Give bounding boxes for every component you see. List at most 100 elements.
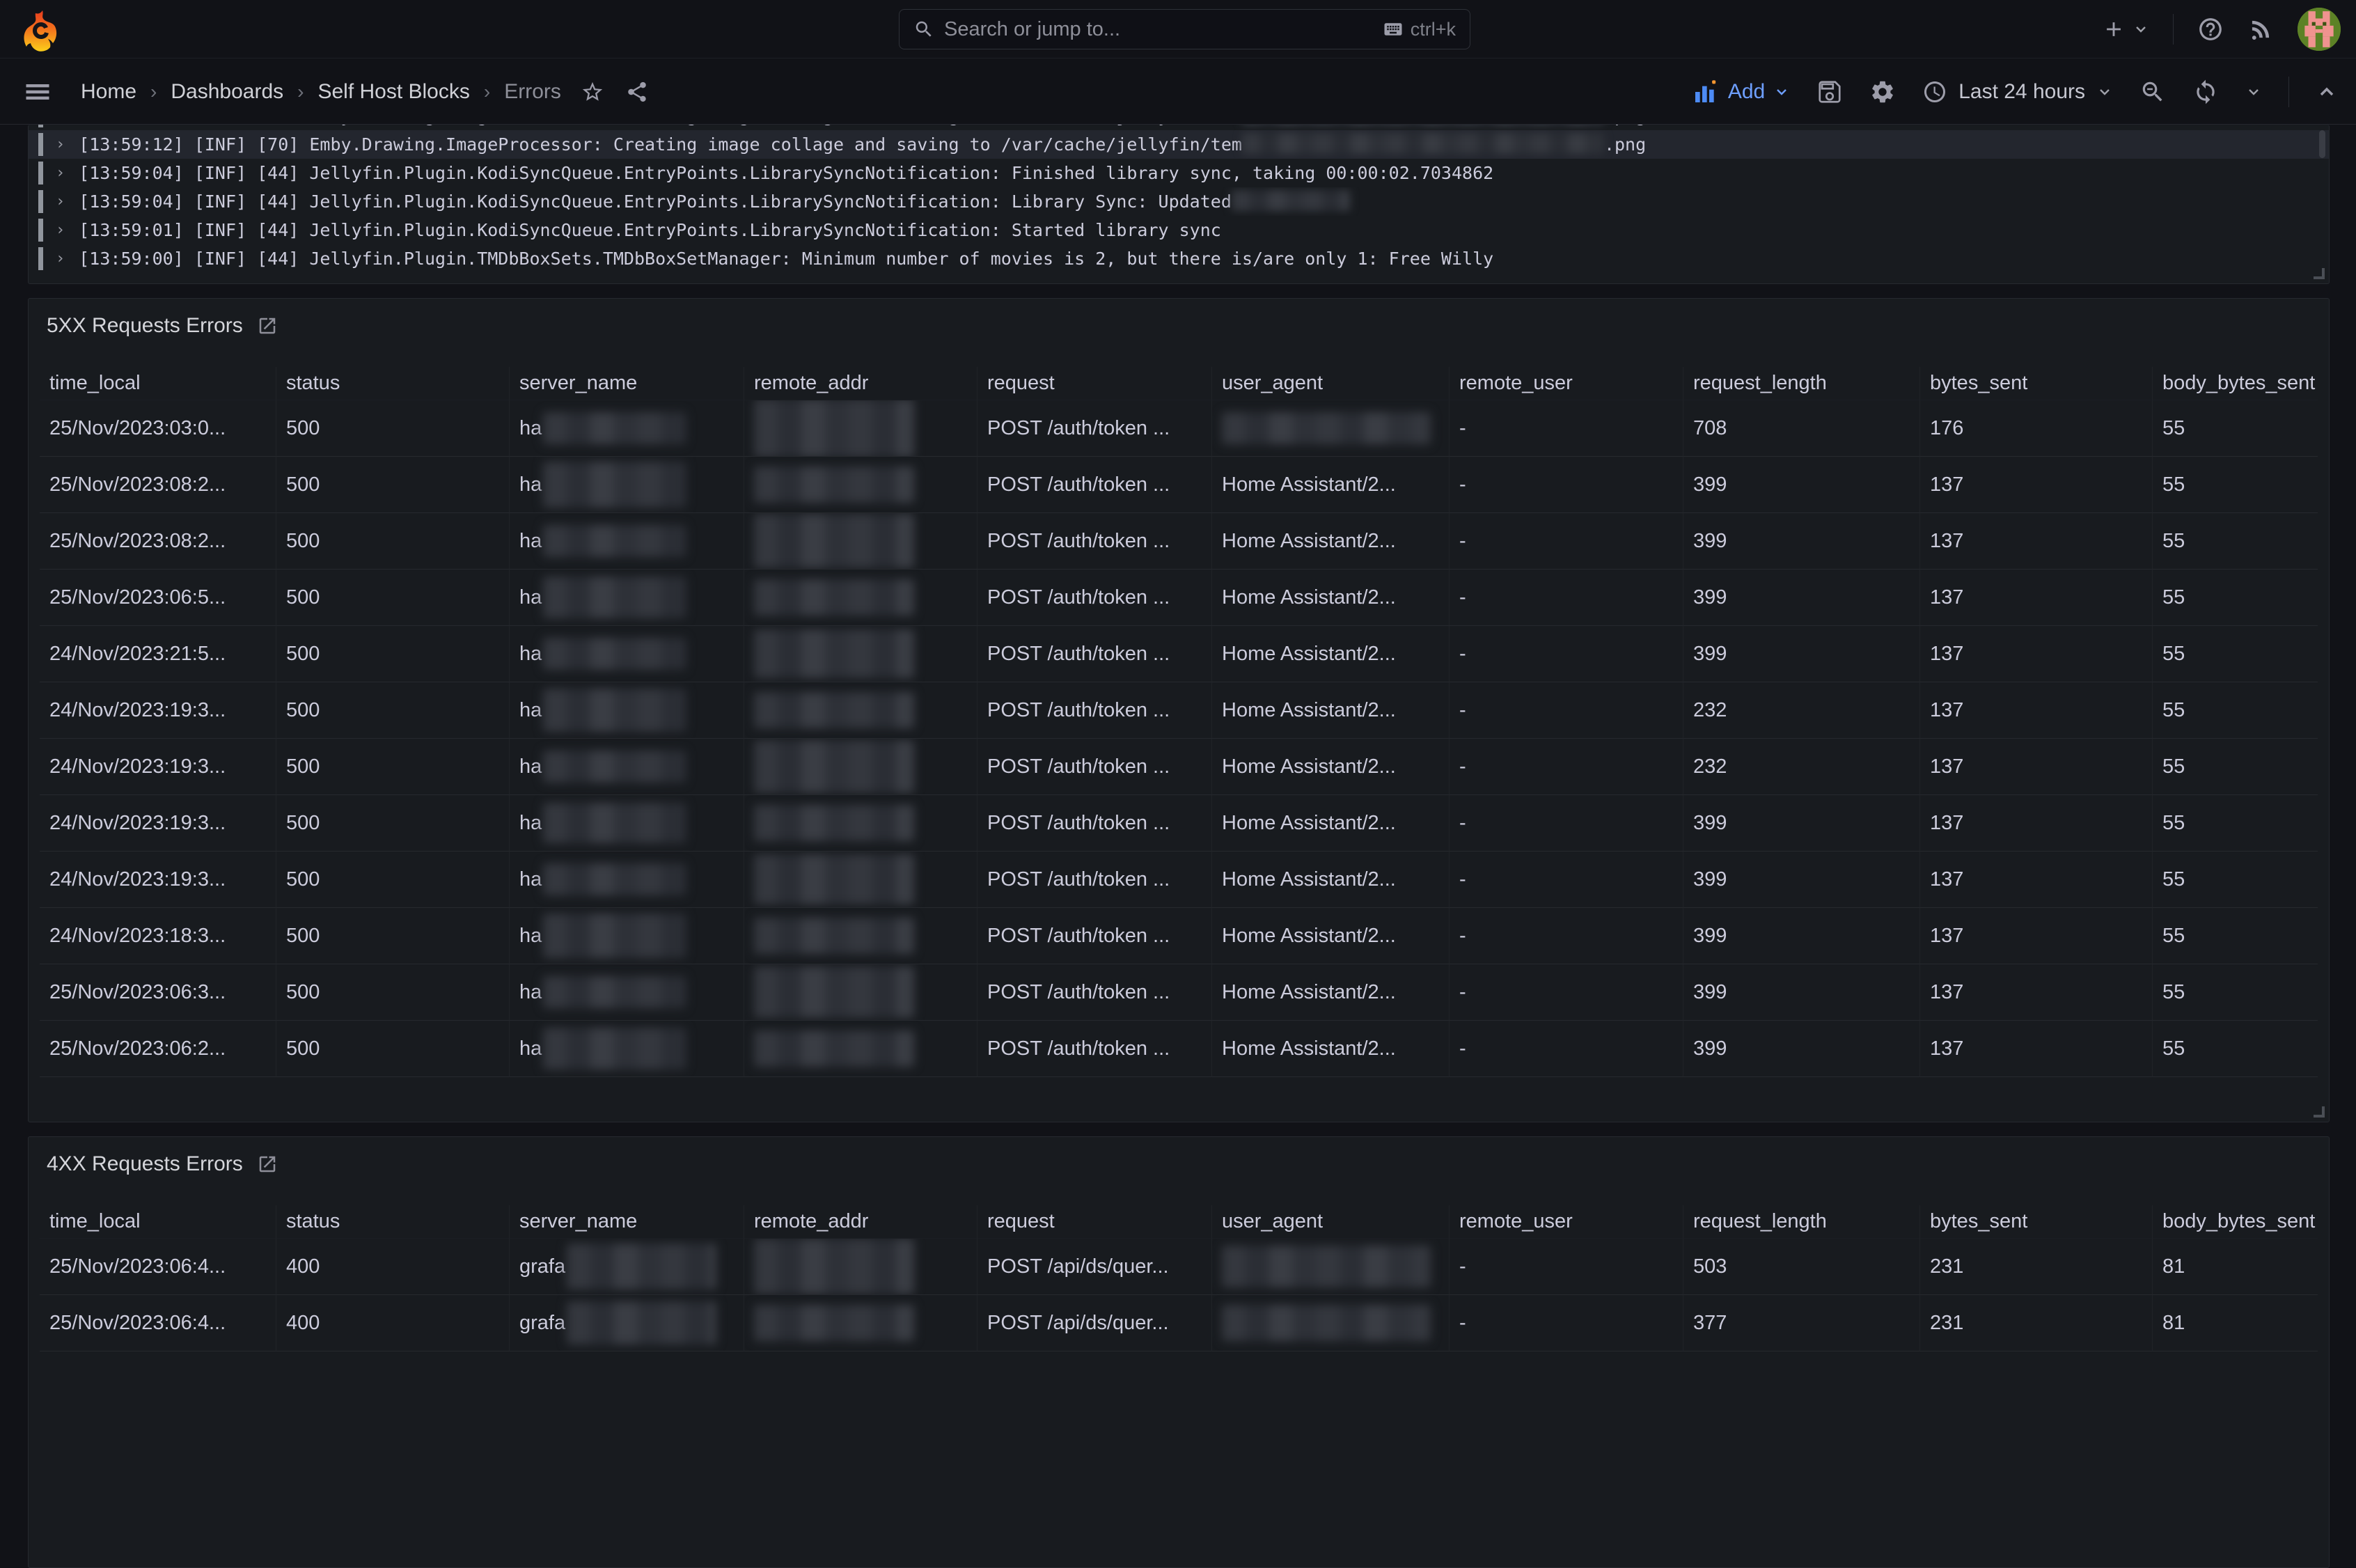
- star-icon[interactable]: [581, 80, 604, 104]
- table-row: 24/Nov/2023:19:3...500haPOST /auth/token…: [40, 795, 2318, 852]
- avatar[interactable]: [2298, 8, 2341, 51]
- column-header-server_name[interactable]: server_name: [510, 367, 744, 400]
- time-range-picker[interactable]: Last 24 hours: [1922, 79, 2113, 104]
- log-scrollbar[interactable]: [2319, 130, 2325, 158]
- search-icon: [913, 19, 934, 40]
- share-icon[interactable]: [625, 80, 649, 104]
- refresh-interval-dropdown[interactable]: [2245, 84, 2262, 100]
- table-cell-time_local: 25/Nov/2023:08:2...: [40, 513, 276, 570]
- column-header-bytes_sent[interactable]: bytes_sent: [1920, 367, 2153, 400]
- redacted-value: [754, 918, 914, 954]
- table-cell-request_length: 399: [1683, 964, 1920, 1021]
- log-row[interactable]: ›[13:59:12] [INF] [70] Emby.Drawing.Imag…: [29, 125, 2329, 130]
- table-cell-server_name: ha: [510, 513, 744, 570]
- table-cell-remote_user: -: [1450, 682, 1683, 739]
- table-cell-user_agent: Home Assistant/2...: [1212, 626, 1450, 682]
- log-text: .png: [1604, 125, 1646, 126]
- table-cell-status: 500: [276, 908, 510, 964]
- table-cell-request: POST /auth/token ...: [977, 964, 1212, 1021]
- column-header-user_agent[interactable]: user_agent: [1212, 367, 1450, 400]
- table-cell-user_agent: [1212, 1239, 1450, 1295]
- table-cell-user_agent: Home Assistant/2...: [1212, 682, 1450, 739]
- breadcrumb-home[interactable]: Home: [81, 80, 136, 104]
- column-header-request_length[interactable]: request_length: [1683, 367, 1920, 400]
- column-header-request[interactable]: request: [977, 367, 1212, 400]
- redacted-value: [754, 1305, 914, 1341]
- table-cell-server_name: ha: [510, 457, 744, 513]
- log-row[interactable]: ›[13:59:12] [INF] [70] Emby.Drawing.Imag…: [29, 130, 2329, 159]
- add-label: Add: [1728, 80, 1765, 104]
- clock-icon: [1922, 79, 1947, 104]
- column-header-request[interactable]: request: [977, 1205, 1212, 1239]
- redacted-value: [754, 692, 914, 728]
- column-header-body_bytes_sent[interactable]: body_bytes_sent: [2153, 1205, 2318, 1239]
- table-cell-request: POST /auth/token ...: [977, 739, 1212, 795]
- external-link-icon[interactable]: [257, 1154, 278, 1175]
- column-header-bytes_sent[interactable]: bytes_sent: [1920, 1205, 2153, 1239]
- table-cell-bytes_sent: 137: [1920, 570, 2153, 626]
- column-header-status[interactable]: status: [276, 1205, 510, 1239]
- panel-title[interactable]: 4XX Requests Errors: [47, 1152, 278, 1176]
- help-icon[interactable]: [2197, 16, 2224, 42]
- breadcrumb-folder[interactable]: Self Host Blocks: [317, 80, 469, 104]
- table-row: 25/Nov/2023:06:5...500haPOST /auth/token…: [40, 570, 2318, 626]
- table-header-row: time_localstatusserver_nameremote_addrre…: [40, 1205, 2318, 1239]
- panel-resize-grip[interactable]: [2314, 1106, 2325, 1118]
- table-cell-remote_user: -: [1450, 1295, 1683, 1351]
- column-header-remote_user[interactable]: remote_user: [1450, 1205, 1683, 1239]
- collapse-toolbar-icon[interactable]: [2316, 81, 2338, 103]
- column-header-user_agent[interactable]: user_agent: [1212, 1205, 1450, 1239]
- table-row: 25/Nov/2023:08:2...500haPOST /auth/token…: [40, 457, 2318, 513]
- news-rss-icon[interactable]: [2247, 16, 2274, 42]
- log-expand-icon[interactable]: ›: [56, 250, 65, 267]
- log-expand-icon[interactable]: ›: [56, 221, 65, 239]
- table-cell-time_local: 25/Nov/2023:06:4...: [40, 1239, 276, 1295]
- table-cell-remote_addr: [744, 457, 977, 513]
- panel-resize-grip[interactable]: [2314, 268, 2325, 279]
- log-expand-icon[interactable]: ›: [56, 136, 65, 153]
- table-cell-remote_addr: [744, 570, 977, 626]
- log-row[interactable]: ›[13:59:04] [INF] [44] Jellyfin.Plugin.K…: [29, 159, 2329, 187]
- new-menu-button[interactable]: [2102, 17, 2149, 41]
- log-expand-icon[interactable]: ›: [56, 193, 65, 210]
- menu-icon[interactable]: [22, 77, 53, 107]
- save-dashboard-icon[interactable]: [1816, 79, 1843, 105]
- dashboard-settings-icon[interactable]: [1869, 79, 1896, 105]
- table-header-row: time_localstatusserver_nameremote_addrre…: [40, 367, 2318, 400]
- log-text: [13:59:12] [INF] [70] Emby.Drawing.Image…: [79, 125, 1242, 126]
- column-header-status[interactable]: status: [276, 367, 510, 400]
- breadcrumb-dashboards[interactable]: Dashboards: [171, 80, 283, 104]
- column-header-request_length[interactable]: request_length: [1683, 1205, 1920, 1239]
- panel-title[interactable]: 5XX Requests Errors: [47, 314, 278, 338]
- column-header-remote_addr[interactable]: remote_addr: [744, 1205, 977, 1239]
- log-expand-icon[interactable]: ›: [56, 164, 65, 182]
- column-header-time_local[interactable]: time_local: [40, 1205, 276, 1239]
- table-5xx: time_localstatusserver_nameremote_addrre…: [40, 367, 2318, 1112]
- column-header-server_name[interactable]: server_name: [510, 1205, 744, 1239]
- redacted-value: [543, 638, 686, 670]
- table-cell-server_name: ha: [510, 795, 744, 852]
- refresh-icon[interactable]: [2192, 79, 2219, 105]
- table-4xx: time_localstatusserver_nameremote_addrre…: [40, 1205, 2318, 1558]
- grafana-logo[interactable]: [19, 7, 64, 52]
- panel-4xx-requests-errors: 4XX Requests Errors time_localstatusserv…: [28, 1136, 2330, 1568]
- table-cell-status: 500: [276, 626, 510, 682]
- table-cell-request: POST /auth/token ...: [977, 682, 1212, 739]
- redacted-value: [754, 579, 914, 616]
- table-cell-remote_addr: [744, 795, 977, 852]
- table-cell-bytes_sent: 231: [1920, 1295, 2153, 1351]
- table-cell-request: POST /auth/token ...: [977, 1021, 1212, 1077]
- column-header-time_local[interactable]: time_local: [40, 367, 276, 400]
- external-link-icon[interactable]: [257, 315, 278, 336]
- add-button[interactable]: Add: [1692, 78, 1790, 106]
- zoom-out-icon[interactable]: [2139, 79, 2166, 105]
- search-input[interactable]: Search or jump to... ctrl+k: [899, 9, 1470, 49]
- log-row[interactable]: ›[13:59:04] [INF] [44] Jellyfin.Plugin.K…: [29, 187, 2329, 216]
- column-header-remote_addr[interactable]: remote_addr: [744, 367, 977, 400]
- column-header-remote_user[interactable]: remote_user: [1450, 367, 1683, 400]
- log-row[interactable]: ›[13:59:01] [INF] [44] Jellyfin.Plugin.K…: [29, 216, 2329, 244]
- table-cell-remote_user: -: [1450, 570, 1683, 626]
- log-row[interactable]: ›[13:59:00] [INF] [44] Jellyfin.Plugin.T…: [29, 244, 2329, 273]
- table-cell-server_name: ha: [510, 964, 744, 1021]
- column-header-body_bytes_sent[interactable]: body_bytes_sent: [2153, 367, 2318, 400]
